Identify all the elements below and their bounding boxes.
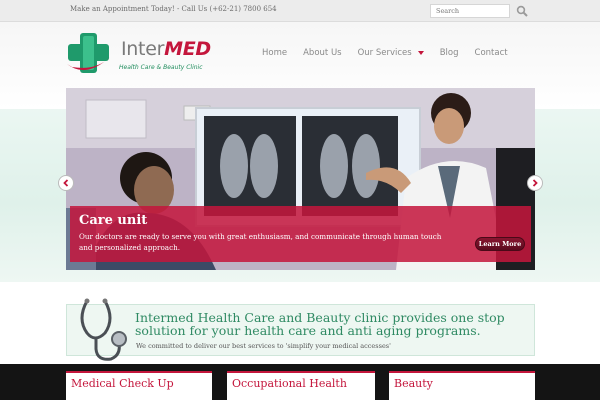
slider-next-button[interactable] [527, 175, 543, 191]
nav-blog[interactable]: Blog [440, 48, 459, 58]
chevron-left-icon [63, 179, 69, 187]
service-card-title: Beauty [394, 377, 433, 390]
learn-more-button[interactable]: Learn More [475, 237, 525, 251]
main-nav: Home About Us Our Services Blog Contact [262, 48, 524, 58]
intro-subtext: We committed to deliver our best service… [136, 342, 391, 350]
chevron-right-icon [532, 179, 538, 187]
nav-contact[interactable]: Contact [475, 48, 508, 58]
service-card-title: Occupational Health [232, 377, 347, 390]
caret-down-icon [417, 51, 424, 55]
service-card-title: Medical Check Up [71, 377, 174, 390]
service-card-beauty[interactable]: Beauty [389, 371, 535, 400]
search-icon[interactable] [516, 5, 528, 17]
logo[interactable]: InterMED Health Care & Beauty Clinic [66, 31, 211, 77]
logo-tagline: Health Care & Beauty Clinic [119, 64, 203, 71]
stethoscope-icon [80, 298, 127, 361]
nav-our-services[interactable]: Our Services [358, 48, 424, 58]
logo-name: InterMED [121, 38, 211, 60]
search-input[interactable] [430, 4, 510, 18]
intro-headline: Intermed Health Care and Beauty clinic p… [135, 310, 505, 338]
slide-caption-title: Care unit [79, 213, 148, 228]
service-card-medical-check-up[interactable]: Medical Check Up [66, 371, 212, 400]
service-card-occupational-health[interactable]: Occupational Health [227, 371, 375, 400]
slider-prev-button[interactable] [58, 175, 74, 191]
nav-home[interactable]: Home [262, 48, 287, 58]
slide-caption: Care unit Our doctors are ready to serve… [70, 206, 531, 262]
intro-box: Intermed Health Care and Beauty clinic p… [66, 298, 535, 361]
appointment-text: Make an Appointment Today! - Call Us (+6… [70, 5, 277, 13]
top-bar: Make an Appointment Today! - Call Us (+6… [0, 0, 600, 22]
slide-caption-text: Our doctors are ready to serve you with … [79, 232, 442, 252]
nav-about-us[interactable]: About Us [303, 48, 341, 58]
medical-cross-icon [67, 33, 110, 73]
